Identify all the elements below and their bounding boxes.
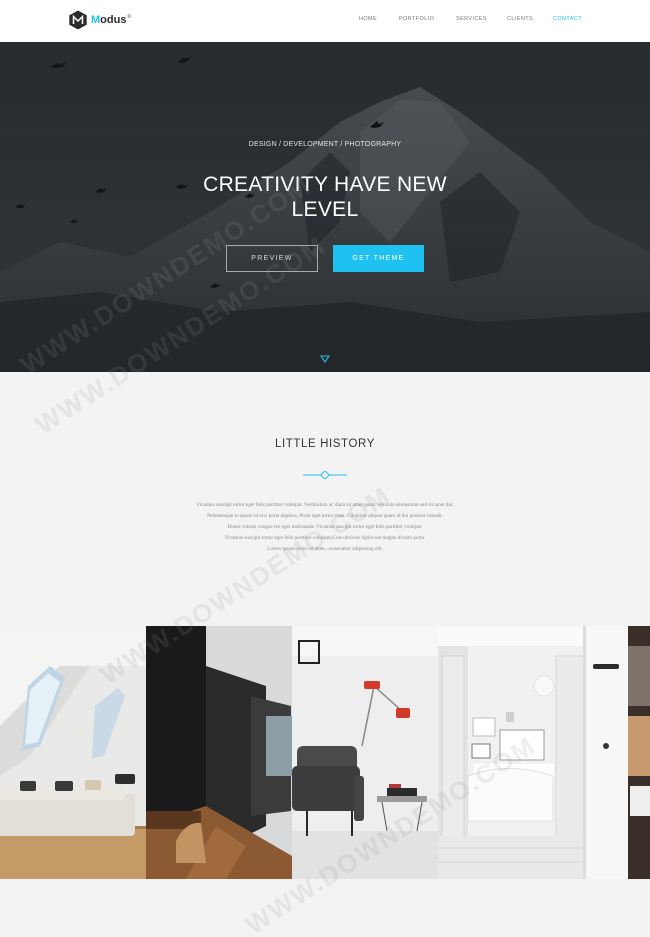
nav-contact[interactable]: CONTACT xyxy=(553,16,582,22)
nav-clients[interactable]: CLIENTS xyxy=(507,16,533,22)
hero-section: DESIGN / DEVELOPMENT / PHOTOGRAPHY CREAT… xyxy=(0,42,650,372)
section-divider xyxy=(303,471,347,479)
history-text: Vivamus suscipit tortor eget felis portt… xyxy=(196,502,454,552)
chevron-down-icon[interactable] xyxy=(320,355,330,363)
nav-services[interactable]: SERVICES xyxy=(456,16,487,22)
footer-strip xyxy=(0,879,650,937)
nav-portfolio[interactable]: PORTFOLIO xyxy=(399,16,434,22)
nav-home[interactable]: HOME xyxy=(359,16,377,22)
history-title: LITTLE HISTORY xyxy=(274,438,375,450)
portfolio-gallery xyxy=(0,626,650,879)
history-section: LITTLE HISTORY Vivamus suscipit tortor e… xyxy=(0,372,650,626)
gallery-image-armchair-lamp[interactable] xyxy=(292,626,438,879)
gallery-image-white-bedroom[interactable] xyxy=(438,626,650,879)
preview-button[interactable]: PREVIEW xyxy=(226,245,318,272)
get-theme-button[interactable]: GET THEME xyxy=(333,245,424,272)
top-navbar: Modus® HOME PORTFOLIO SERVICES CLIENTS C… xyxy=(0,0,650,42)
main-menu: HOME PORTFOLIO SERVICES CLIENTS CONTACT xyxy=(0,16,650,26)
hero-subtitle: DESIGN / DEVELOPMENT / PHOTOGRAPHY xyxy=(248,141,402,148)
gallery-image-dark-interior[interactable] xyxy=(146,626,292,879)
hero-title: CREATIVITY HAVE NEW LEVEL xyxy=(203,173,447,221)
gallery-image-attic-room[interactable] xyxy=(0,626,146,879)
